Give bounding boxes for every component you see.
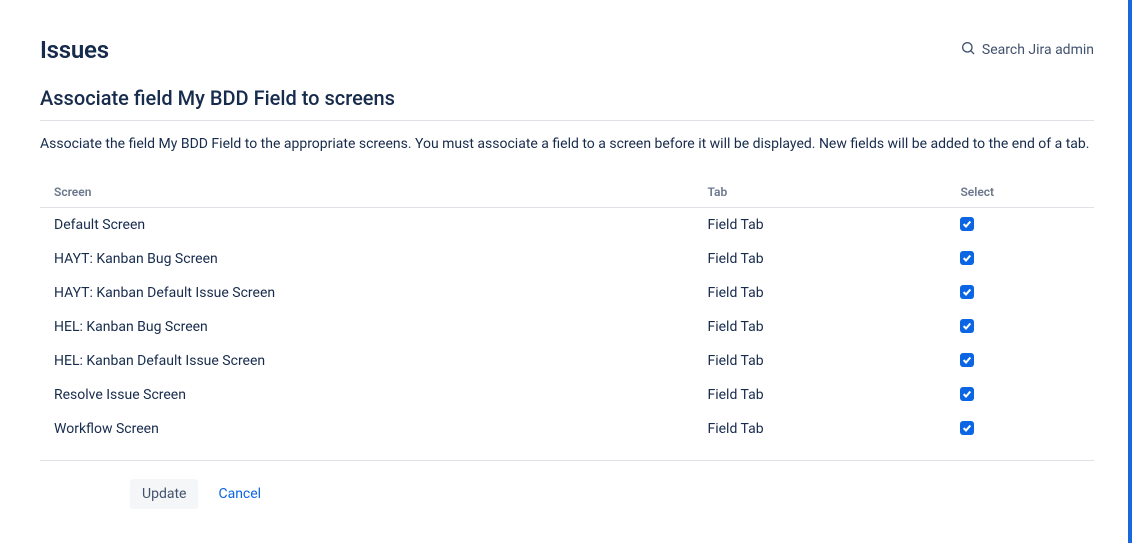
select-cell bbox=[946, 344, 1094, 378]
table-row: HEL: Kanban Bug ScreenField Tab bbox=[40, 310, 1094, 344]
select-cell bbox=[946, 412, 1094, 446]
search-jira-admin[interactable]: Search Jira admin bbox=[960, 40, 1094, 60]
table-row: Default ScreenField Tab bbox=[40, 207, 1094, 242]
select-checkbox[interactable] bbox=[960, 387, 974, 401]
screen-name: HAYT: Kanban Default Issue Screen bbox=[40, 276, 693, 310]
screen-name: Default Screen bbox=[40, 207, 693, 242]
table-row: Resolve Issue ScreenField Tab bbox=[40, 378, 1094, 412]
table-row: HEL: Kanban Default Issue ScreenField Ta… bbox=[40, 344, 1094, 378]
page-title: Issues bbox=[40, 36, 109, 64]
tab-name: Field Tab bbox=[693, 207, 946, 242]
select-cell bbox=[946, 310, 1094, 344]
select-cell bbox=[946, 207, 1094, 242]
search-label: Search Jira admin bbox=[982, 42, 1094, 58]
screen-name: Resolve Issue Screen bbox=[40, 378, 693, 412]
select-cell bbox=[946, 276, 1094, 310]
select-cell bbox=[946, 242, 1094, 276]
select-checkbox[interactable] bbox=[960, 353, 974, 367]
screen-name: Workflow Screen bbox=[40, 412, 693, 446]
screen-name: HEL: Kanban Bug Screen bbox=[40, 310, 693, 344]
screen-name: HAYT: Kanban Bug Screen bbox=[40, 242, 693, 276]
update-button[interactable]: Update bbox=[130, 479, 198, 509]
cancel-link[interactable]: Cancel bbox=[218, 486, 261, 502]
right-panel-edge bbox=[1128, 0, 1142, 543]
tab-name: Field Tab bbox=[693, 242, 946, 276]
section-title: Associate field My BDD Field to screens bbox=[40, 86, 1094, 121]
column-header-screen: Screen bbox=[40, 177, 693, 208]
tab-name: Field Tab bbox=[693, 412, 946, 446]
select-checkbox[interactable] bbox=[960, 319, 974, 333]
actions-bar: Update Cancel bbox=[40, 460, 1094, 509]
select-checkbox[interactable] bbox=[960, 421, 974, 435]
tab-name: Field Tab bbox=[693, 276, 946, 310]
column-header-tab: Tab bbox=[693, 177, 946, 208]
select-cell bbox=[946, 378, 1094, 412]
table-row: Workflow ScreenField Tab bbox=[40, 412, 1094, 446]
select-checkbox[interactable] bbox=[960, 217, 974, 231]
table-row: HAYT: Kanban Bug ScreenField Tab bbox=[40, 242, 1094, 276]
tab-name: Field Tab bbox=[693, 344, 946, 378]
select-checkbox[interactable] bbox=[960, 285, 974, 299]
column-header-select: Select bbox=[946, 177, 1094, 208]
screen-name: HEL: Kanban Default Issue Screen bbox=[40, 344, 693, 378]
section-description: Associate the field My BDD Field to the … bbox=[40, 135, 1094, 155]
screens-table: Screen Tab Select Default ScreenField Ta… bbox=[40, 177, 1094, 446]
select-checkbox[interactable] bbox=[960, 251, 974, 265]
tab-name: Field Tab bbox=[693, 378, 946, 412]
search-icon bbox=[960, 40, 976, 60]
tab-name: Field Tab bbox=[693, 310, 946, 344]
table-row: HAYT: Kanban Default Issue ScreenField T… bbox=[40, 276, 1094, 310]
